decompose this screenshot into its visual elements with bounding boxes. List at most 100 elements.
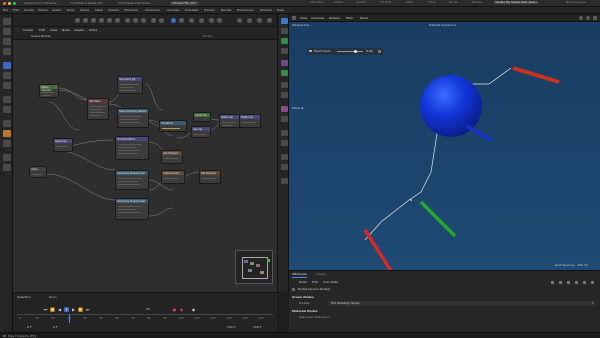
pivot-slider-track[interactable] (337, 51, 363, 52)
node-canvas[interactable]: Spline Importer Geometry Op Set Value Sp… (13, 40, 277, 292)
menu-mograph[interactable]: MoGraph (124, 9, 138, 12)
menu-tools[interactable]: Tools (67, 9, 74, 12)
cube-primitive-icon[interactable] (280, 18, 288, 24)
menu-volume[interactable]: Volume (108, 9, 119, 12)
doc-tab-4[interactable]: Infinite FIN.c4d * (170, 1, 200, 6)
generator-icon[interactable] (280, 38, 288, 44)
doc-tab-2[interactable]: Conditional Reset Clo... (68, 1, 107, 6)
polygon-tool-icon[interactable] (2, 96, 11, 103)
select-tool-icon[interactable] (2, 62, 11, 69)
prev-key-icon[interactable]: ⏪ (50, 307, 55, 312)
menu-mesh[interactable]: Mesh (95, 9, 103, 12)
node-tool-18-icon[interactable] (237, 17, 242, 23)
attr-up-icon[interactable] (559, 281, 562, 284)
node-tool-13-icon[interactable] (179, 17, 184, 23)
menu-modes[interactable]: Modes (38, 9, 48, 12)
vp-menu-display[interactable]: Display (329, 16, 340, 20)
menu-extensions[interactable]: Extensions (237, 9, 253, 12)
rotate-tool-icon[interactable] (2, 38, 11, 45)
attr-more-icon[interactable] (591, 281, 594, 284)
layout-sculpt[interactable]: Sculpt (356, 1, 365, 4)
vp-nav-icon[interactable] (579, 16, 583, 20)
node-transfer-matrix[interactable]: Transfer Matrix (115, 136, 149, 160)
knife-tool-icon[interactable] (2, 82, 11, 89)
node-tool-4-icon[interactable] (99, 17, 104, 23)
python-icon[interactable] (280, 164, 288, 170)
default-camera-label[interactable]: Default Camera ⊙ (429, 24, 456, 27)
minimize-window-button[interactable] (8, 1, 12, 5)
node-path-label[interactable]: Scene Nodes (31, 35, 51, 38)
magnet-tool-icon[interactable] (2, 120, 11, 127)
attr-menu-mode[interactable]: Mode (299, 281, 307, 284)
3d-viewport[interactable]: View Cameras Display Filter Panel Perspe… (289, 14, 600, 270)
vp-maximize-icon[interactable] (593, 16, 597, 20)
node-tool-1-icon[interactable] (75, 17, 80, 23)
doc-tab-3[interactable]: Slow Mask Distributio... (116, 1, 155, 6)
node-menu-mode[interactable]: Mode (89, 28, 97, 32)
tab-layers[interactable]: Layers (316, 273, 326, 276)
node-green-op[interactable]: Green Op (193, 112, 211, 122)
use-color-channel-checkbox[interactable]: Use Color Channel ☐ (299, 316, 330, 319)
vp-menu-cameras[interactable]: Cameras (311, 16, 324, 20)
next-frame-icon[interactable]: ▶ (71, 307, 76, 312)
layout-nodes[interactable]: Nodes (472, 1, 481, 4)
node-geometry-property-get[interactable]: Geometry Property Get (115, 198, 149, 220)
vp-zoom-icon[interactable] (586, 16, 590, 20)
light-icon[interactable] (280, 82, 288, 88)
sky-icon[interactable] (280, 130, 288, 136)
vp-menu-filter[interactable]: Filter (346, 16, 353, 20)
layout-paint[interactable]: Paint (406, 1, 413, 4)
display-dropdown[interactable]: Full Shading (Slow) ▾ (329, 301, 595, 306)
node-tool-11-icon[interactable] (159, 17, 164, 23)
menu-file[interactable]: File (3, 9, 8, 12)
menu-character[interactable]: Character (145, 9, 160, 12)
pivot-checkbox[interactable] (309, 49, 312, 53)
tab-attributes[interactable]: Attributes (292, 273, 307, 278)
menu-spline[interactable]: Spline (80, 9, 89, 12)
attr-back-icon[interactable] (551, 281, 554, 284)
node-tool-2-icon[interactable] (83, 17, 88, 23)
layout-script[interactable]: Script (449, 1, 458, 4)
scale-tool-icon[interactable] (2, 48, 11, 55)
attr-menu-user-data[interactable]: User Data (323, 281, 338, 284)
material-icon[interactable] (280, 92, 288, 98)
node-tool-12-icon[interactable] (171, 17, 176, 23)
magnify-icon[interactable] (2, 18, 11, 25)
node-matrix-op[interactable]: Matrix Op (219, 114, 241, 128)
next-key-icon[interactable]: ⏩ (78, 307, 83, 312)
spline-icon[interactable] (280, 28, 288, 34)
attr-menu-edit[interactable]: Edit (312, 281, 318, 284)
snap-icon[interactable] (2, 154, 11, 161)
node-set-element[interactable]: Set Element (199, 170, 221, 184)
node-tool-5-icon[interactable] (107, 17, 112, 23)
attr-new-icon[interactable] (583, 281, 586, 284)
paint-tool-icon[interactable] (2, 130, 11, 137)
node-tool-19-icon[interactable] (247, 17, 252, 23)
menu-create[interactable]: Create (24, 9, 34, 12)
pivot-stepper-icon[interactable] (378, 49, 381, 53)
frame-start-field[interactable]: 0 F (53, 326, 58, 329)
vp-menu-panel[interactable]: Panel (360, 16, 368, 20)
menu-tracker[interactable]: Tracker (204, 9, 215, 12)
floor-icon[interactable] (280, 140, 288, 146)
playhead[interactable] (69, 314, 70, 323)
node-menu-edit[interactable]: Edit (39, 28, 45, 32)
layout-standard[interactable]: Standard (310, 1, 324, 4)
node-tool-10-icon[interactable] (151, 17, 156, 23)
deformer-icon[interactable] (280, 48, 288, 54)
node-tool-15-icon[interactable] (199, 17, 204, 23)
node-geometry-op[interactable]: Geometry Op (117, 76, 143, 94)
pivot-slider-handle[interactable] (354, 49, 357, 53)
node-tool-21-icon[interactable] (267, 17, 272, 23)
menu-window[interactable]: Window (260, 9, 272, 12)
node-tool-16-icon[interactable] (209, 17, 214, 23)
node-minimap[interactable] (235, 250, 273, 284)
close-window-button[interactable] (3, 1, 7, 5)
menu-animate[interactable]: Animate (167, 9, 180, 12)
attr-lock-icon[interactable] (575, 281, 578, 284)
layout-nodes-my-setup[interactable]: Nodes My Setup 01b (User) (494, 1, 539, 5)
node-tool-8-icon[interactable] (133, 17, 138, 23)
node-value[interactable]: Value (29, 166, 47, 178)
node-spline-importer[interactable]: Spline Importer (39, 84, 59, 98)
viewport-scene[interactable]: Perspective Default Camera ⊙ Pivot Input… (289, 22, 600, 270)
